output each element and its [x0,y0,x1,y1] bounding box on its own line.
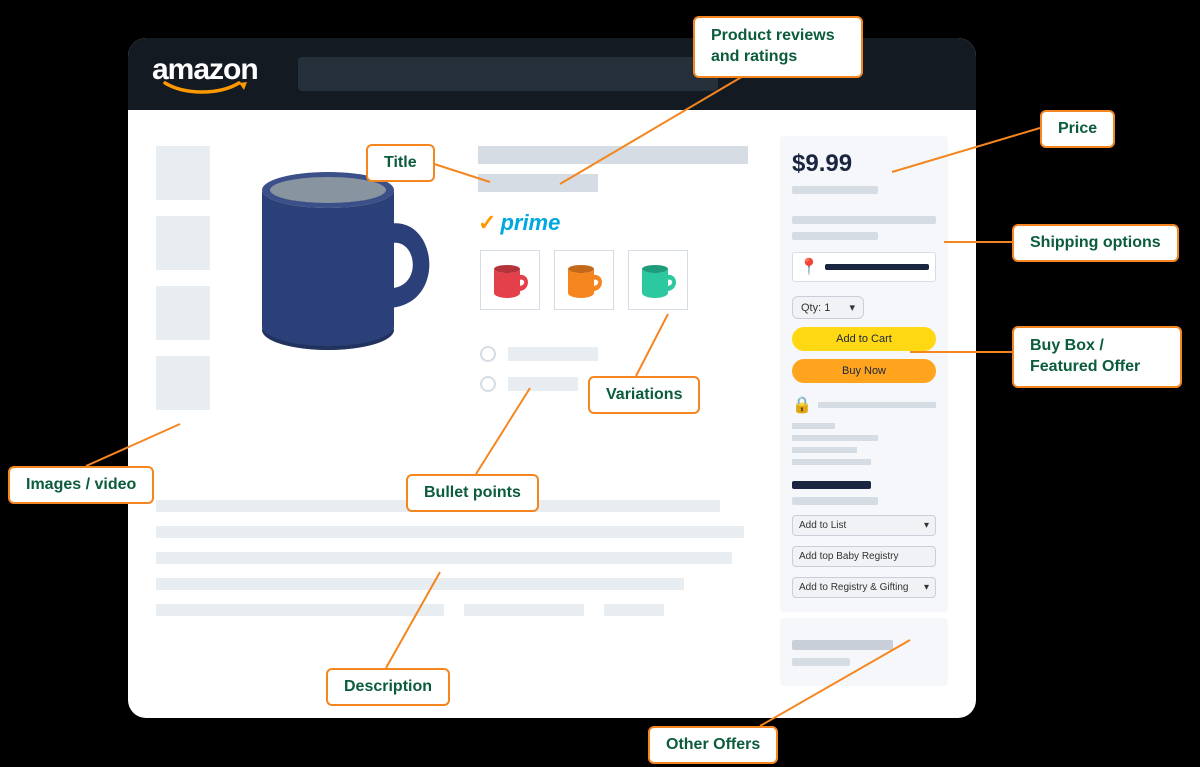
description-line [464,604,584,616]
add-baby-registry-button[interactable]: Add top Baby Registry [792,546,936,567]
search-input[interactable] [298,57,718,91]
callout-buybox: Buy Box / Featured Offer [1012,326,1182,388]
placeholder-line [792,186,878,194]
seller-info-block [792,423,936,465]
variation-option[interactable] [554,250,614,310]
placeholder-line [792,640,893,650]
product-page-window: amazon ✓ p [128,38,976,718]
add-baby-registry-label: Add top Baby Registry [799,551,899,562]
image-thumbnail[interactable] [156,146,210,200]
mug-illustration-icon [238,150,448,370]
chevron-down-icon: ▾ [924,582,929,593]
bullet-text-placeholder [508,377,578,391]
product-content: ✓ prime [128,110,976,718]
variation-row [480,250,688,310]
description-line [156,578,684,590]
description-line [156,526,744,538]
product-reviews-placeholder [478,174,598,192]
add-to-list-button[interactable]: Add to List ▾ [792,515,936,536]
amazon-logo: amazon [152,53,258,95]
product-title-placeholder [478,146,748,164]
image-thumbnail[interactable] [156,356,210,410]
secure-text-placeholder [818,402,936,408]
mug-icon [563,259,605,301]
location-pin-icon: 📍 [799,257,819,277]
other-offers-box [780,618,948,686]
prime-badge: ✓ prime [478,210,560,236]
bullet-item [480,376,598,392]
shipping-option-placeholder [792,232,878,240]
variation-option[interactable] [480,250,540,310]
bullet-points [480,346,598,392]
bullet-icon [480,376,496,392]
callout-price: Price [1040,110,1115,148]
chevron-down-icon: ▾ [924,520,929,531]
add-to-cart-button[interactable]: Add to Cart [792,327,936,351]
price-value: $9.99 [792,150,936,178]
callout-description: Description [326,668,450,706]
location-text-placeholder [825,264,929,270]
variation-option[interactable] [628,250,688,310]
callout-shipping: Shipping options [1012,224,1179,262]
callout-reviews: Product reviews and ratings [693,16,863,78]
image-thumbnail[interactable] [156,216,210,270]
bullet-text-placeholder [508,347,598,361]
chevron-down-icon: ▾ [849,301,855,314]
callout-other-offers: Other Offers [648,726,778,764]
image-thumbnail[interactable] [156,286,210,340]
main-product-image[interactable] [238,150,448,370]
description-line [604,604,664,616]
lock-icon: 🔒 [792,395,812,415]
bullet-icon [480,346,496,362]
buy-box: $9.99 📍 Qty: 1 ▾ Add to Cart Buy Now 🔒 [780,136,948,612]
description-row [156,604,756,616]
bullet-item [480,346,598,362]
prime-check-icon: ✓ [478,210,496,236]
secure-transaction: 🔒 [792,395,936,415]
placeholder-line [792,658,850,666]
callout-text: Product reviews and ratings [711,27,835,65]
quantity-label: Qty: 1 [801,302,830,314]
shipping-option-placeholder [792,216,936,224]
image-thumbnail-column [156,146,210,410]
callout-bullets: Bullet points [406,474,539,512]
callout-text: Buy Box / Featured Offer [1030,337,1140,375]
description-line [156,604,444,616]
description-block [156,500,756,616]
callout-images: Images / video [8,466,154,504]
placeholder-line [792,497,878,505]
prime-label: prime [500,210,560,236]
buy-now-button[interactable]: Buy Now [792,359,936,383]
callout-title: Title [366,144,435,182]
amazon-smile-icon [161,81,249,95]
add-registry-gifting-button[interactable]: Add to Registry & Gifting ▾ [792,577,936,598]
mug-icon [637,259,679,301]
delivery-location[interactable]: 📍 [792,252,936,282]
add-registry-gifting-label: Add to Registry & Gifting [799,582,909,593]
mug-icon [489,259,531,301]
callout-variations: Variations [588,376,700,414]
description-line [156,552,732,564]
quantity-select[interactable]: Qty: 1 ▾ [792,296,864,319]
placeholder-line [792,481,871,489]
add-to-list-label: Add to List [799,520,846,531]
